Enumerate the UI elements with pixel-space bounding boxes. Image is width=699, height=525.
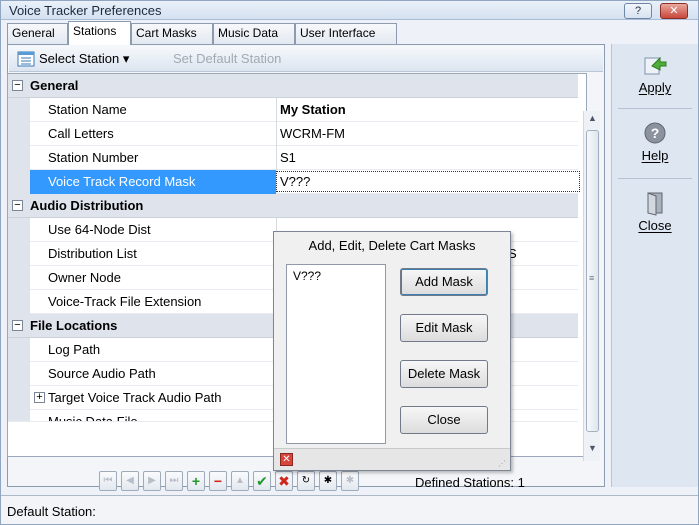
- next-record-icon[interactable]: ▶: [143, 471, 161, 491]
- property-label: Distribution List: [48, 246, 137, 261]
- tab-general[interactable]: General: [7, 23, 68, 44]
- property-value: My Station: [280, 102, 346, 117]
- scroll-down-icon[interactable]: ▼: [587, 443, 598, 453]
- close-label: Close: [638, 218, 672, 233]
- apply-filter-icon[interactable]: ✱: [319, 471, 337, 491]
- expand-icon[interactable]: +: [34, 392, 45, 403]
- resize-grip-icon[interactable]: ⋰: [498, 459, 506, 468]
- property-label: Owner Node: [48, 270, 121, 285]
- post-edit-icon[interactable]: ✔: [253, 471, 271, 491]
- edit-record-icon[interactable]: ▲: [231, 471, 249, 491]
- row-station-number[interactable]: Station Number S1: [8, 146, 578, 170]
- help-label: Help: [641, 148, 669, 163]
- category-label: File Locations: [30, 318, 118, 333]
- question-icon: ?: [644, 122, 666, 144]
- popup-footer: ✕ ⋰: [274, 448, 510, 470]
- collapse-icon[interactable]: −: [12, 320, 23, 331]
- add-record-icon[interactable]: +: [187, 471, 205, 491]
- list-item[interactable]: V???: [293, 269, 321, 283]
- preferences-window: Voice Tracker Preferences ? ✕ General St…: [0, 0, 699, 525]
- row-station-name[interactable]: Station Name My Station: [8, 98, 578, 122]
- property-value[interactable]: V???: [280, 174, 310, 189]
- collapse-icon[interactable]: −: [12, 200, 23, 211]
- cancel-edit-icon[interactable]: ✖: [275, 471, 293, 491]
- station-toolbar: Select Station ▾ Set Default Station: [9, 46, 603, 72]
- category-audio-distribution[interactable]: − Audio Distribution: [8, 194, 578, 218]
- tab-user-interface[interactable]: User Interface: [295, 23, 397, 44]
- category-label: Audio Distribution: [30, 198, 144, 213]
- status-text: Default Station:: [7, 504, 96, 519]
- edit-mask-button[interactable]: Edit Mask: [400, 314, 488, 342]
- property-value: S1: [280, 150, 296, 165]
- row-call-letters[interactable]: Call Letters WCRM-FM: [8, 122, 578, 146]
- scroll-up-icon[interactable]: ▲: [587, 113, 598, 123]
- row-voice-track-record-mask[interactable]: Voice Track Record Mask V???: [8, 170, 580, 194]
- action-sidebar: Apply ? Help Close: [611, 44, 698, 487]
- close-icon[interactable]: ✕: [280, 453, 293, 466]
- tab-music-data[interactable]: Music Data: [213, 23, 295, 44]
- property-label: Use 64-Node Dist: [48, 222, 151, 237]
- scroll-thumb[interactable]: ≡: [586, 130, 599, 432]
- select-station-button[interactable]: Select Station ▾: [39, 51, 129, 67]
- property-label: Log Path: [48, 342, 101, 357]
- set-default-station-button[interactable]: Set Default Station: [173, 51, 281, 66]
- window-title: Voice Tracker Preferences: [9, 3, 162, 18]
- property-label: Station Number: [48, 150, 139, 165]
- property-label: Voice Track Record Mask: [48, 174, 196, 189]
- property-label: Station Name: [48, 102, 127, 117]
- property-label: Music Data File: [48, 414, 138, 422]
- help-button[interactable]: ? Help: [620, 116, 690, 176]
- svg-text:?: ?: [651, 125, 660, 141]
- refresh-icon[interactable]: ↻: [297, 471, 315, 491]
- property-value: WCRM-FM: [280, 126, 345, 141]
- door-icon: [647, 192, 663, 216]
- first-record-icon[interactable]: ⏮: [99, 471, 117, 491]
- prev-record-icon[interactable]: ◀: [121, 471, 139, 491]
- category-label: General: [30, 78, 79, 93]
- title-bar: Voice Tracker Preferences ? ✕: [1, 1, 698, 20]
- property-label: Target Voice Track Audio Path: [48, 390, 222, 405]
- property-label: Voice-Track File Extension: [48, 294, 202, 309]
- last-record-icon[interactable]: ⏭: [165, 471, 183, 491]
- apply-label: Apply: [638, 80, 672, 95]
- cart-masks-popup: Add, Edit, Delete Cart Masks V??? Add Ma…: [273, 231, 511, 471]
- mask-list[interactable]: V???: [286, 264, 386, 444]
- clear-filter-icon[interactable]: ✱: [341, 471, 359, 491]
- apply-button[interactable]: Apply: [620, 48, 690, 108]
- add-mask-button[interactable]: Add Mask: [400, 268, 488, 296]
- property-label: Source Audio Path: [48, 366, 156, 381]
- category-general[interactable]: − General: [8, 74, 578, 98]
- close-popup-button[interactable]: Close: [400, 406, 488, 434]
- status-bar: Default Station:: [1, 495, 698, 524]
- station-list-icon: [17, 51, 35, 67]
- delete-mask-button[interactable]: Delete Mask: [400, 360, 488, 388]
- tab-cart-masks[interactable]: Cart Masks: [131, 23, 213, 44]
- tab-stations[interactable]: Stations: [68, 21, 131, 45]
- help-icon[interactable]: ?: [624, 3, 652, 19]
- close-window-button[interactable]: ✕: [660, 3, 688, 19]
- popup-title: Add, Edit, Delete Cart Masks: [308, 238, 476, 253]
- close-button[interactable]: Close: [620, 186, 690, 246]
- apply-icon: [644, 56, 667, 75]
- collapse-icon[interactable]: −: [12, 80, 23, 91]
- defined-stations-count: Defined Stations: 1: [415, 475, 525, 490]
- delete-record-icon[interactable]: −: [209, 471, 227, 491]
- grid-scrollbar[interactable]: ▲ ≡ ▼: [583, 111, 600, 461]
- record-mask-input[interactable]: [276, 171, 580, 192]
- property-label: Call Letters: [48, 126, 114, 141]
